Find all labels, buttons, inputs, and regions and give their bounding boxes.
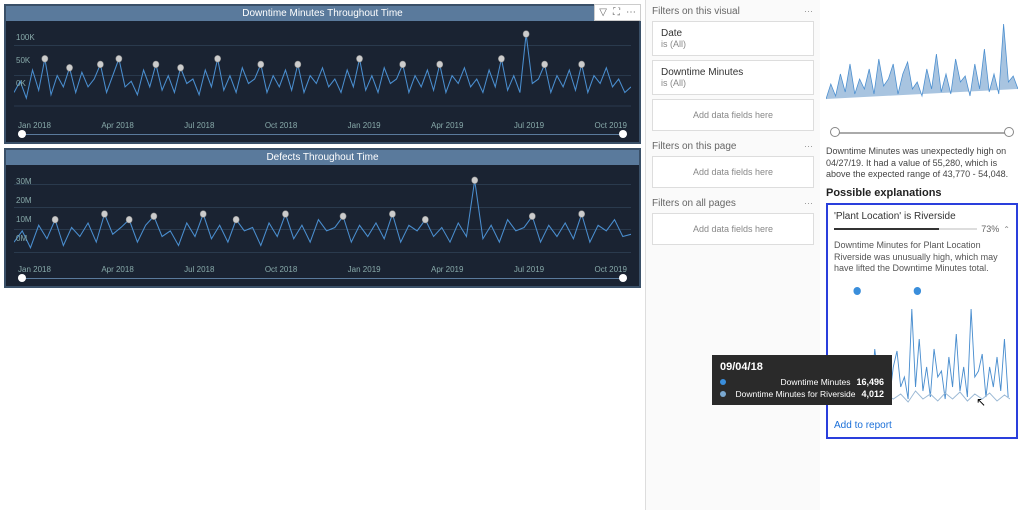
chevron-up-icon[interactable]: ⌃ (1003, 225, 1010, 234)
filters-visual-header: Filters on this visual ⋯ (652, 6, 814, 17)
explanation-header: 'Plant Location' is Riverside (834, 211, 1010, 222)
series-color-icon (720, 391, 726, 397)
time-slider[interactable] (18, 276, 627, 282)
time-slider[interactable] (18, 132, 627, 138)
visual-header-toolbar: ▽ ⛶ ⋯ (594, 4, 641, 21)
tooltip-row: Downtime Minutes 16,496 (720, 377, 884, 387)
explanation-card[interactable]: 'Plant Location' is Riverside 73% ⌃ Down… (826, 203, 1018, 439)
more-icon[interactable]: ⋯ (804, 6, 814, 17)
slider-handle-right[interactable] (619, 130, 627, 138)
series-color-icon (720, 379, 726, 385)
add-fields-all[interactable]: Add data fields here (652, 213, 814, 245)
slider-handle-left[interactable] (18, 274, 26, 282)
defects-line-svg (14, 169, 631, 259)
chart-plot-area: 100K 50K 0K (6, 21, 639, 121)
more-icon[interactable]: ⋯ (804, 141, 814, 152)
filters-allpages-header: Filters on all pages ⋯ (652, 198, 814, 209)
slider-handle-right[interactable] (619, 274, 627, 282)
report-canvas: ▽ ⛶ ⋯ Downtime Minutes Throughout Time 1… (0, 0, 645, 510)
chart-tooltip: 09/04/18 Downtime Minutes 16,496 Downtim… (712, 355, 892, 405)
explanation-body: Downtime Minutes for Plant Location Rive… (834, 240, 1010, 275)
x-axis: Jan 2018 Apr 2018 Jul 2018 Oct 2018 Jan … (6, 265, 639, 274)
anomaly-pane: Downtime Minutes was unexpectedly high o… (820, 0, 1024, 510)
slider-handle-right[interactable] (1004, 127, 1014, 137)
strength-bar: 73% ⌃ (834, 224, 1010, 234)
cursor-icon: ↖ (976, 395, 986, 409)
chart-plot-area: 30M 20M 10M 0M (6, 165, 639, 265)
more-icon[interactable]: ⋯ (804, 198, 814, 209)
filters-pane: Filters on this visual ⋯ Date is (All) D… (645, 0, 820, 510)
tooltip-row: Downtime Minutes for Riverside 4,012 (720, 389, 884, 399)
filter-card-downtime[interactable]: Downtime Minutes is (All) (652, 60, 814, 95)
y-axis: 100K 50K 0K (16, 33, 35, 88)
filter-card-date[interactable]: Date is (All) (652, 21, 814, 56)
filters-page-header: Filters on this page ⋯ (652, 141, 814, 152)
more-icon[interactable]: ⋯ (626, 7, 636, 18)
add-fields-visual[interactable]: Add data fields here (652, 99, 814, 131)
x-axis: Jan 2018 Apr 2018 Jul 2018 Oct 2018 Jan … (6, 121, 639, 130)
anomaly-description: Downtime Minutes was unexpectedly high o… (826, 146, 1018, 181)
tooltip-date: 09/04/18 (720, 361, 884, 373)
possible-explanations-title: Possible explanations (826, 187, 1018, 199)
downtime-line-svg (14, 25, 631, 115)
sparkline-slider[interactable] (826, 126, 1018, 140)
slider-handle-left[interactable] (830, 127, 840, 137)
slider-handle-left[interactable] (18, 130, 26, 138)
focus-icon[interactable]: ⛶ (613, 7, 620, 18)
anomaly-sparkline-top (826, 4, 1018, 119)
chart-title: Downtime Minutes Throughout Time (6, 6, 639, 21)
add-to-report-link[interactable]: Add to report (834, 420, 1010, 431)
add-fields-page[interactable]: Add data fields here (652, 156, 814, 188)
filter-icon[interactable]: ▽ (599, 7, 607, 18)
y-axis: 30M 20M 10M 0M (16, 177, 32, 243)
chart-title: Defects Throughout Time (6, 150, 639, 165)
downtime-chart[interactable]: ▽ ⛶ ⋯ Downtime Minutes Throughout Time 1… (4, 4, 641, 144)
defects-chart[interactable]: Defects Throughout Time 30M 20M 10M 0M (4, 148, 641, 288)
